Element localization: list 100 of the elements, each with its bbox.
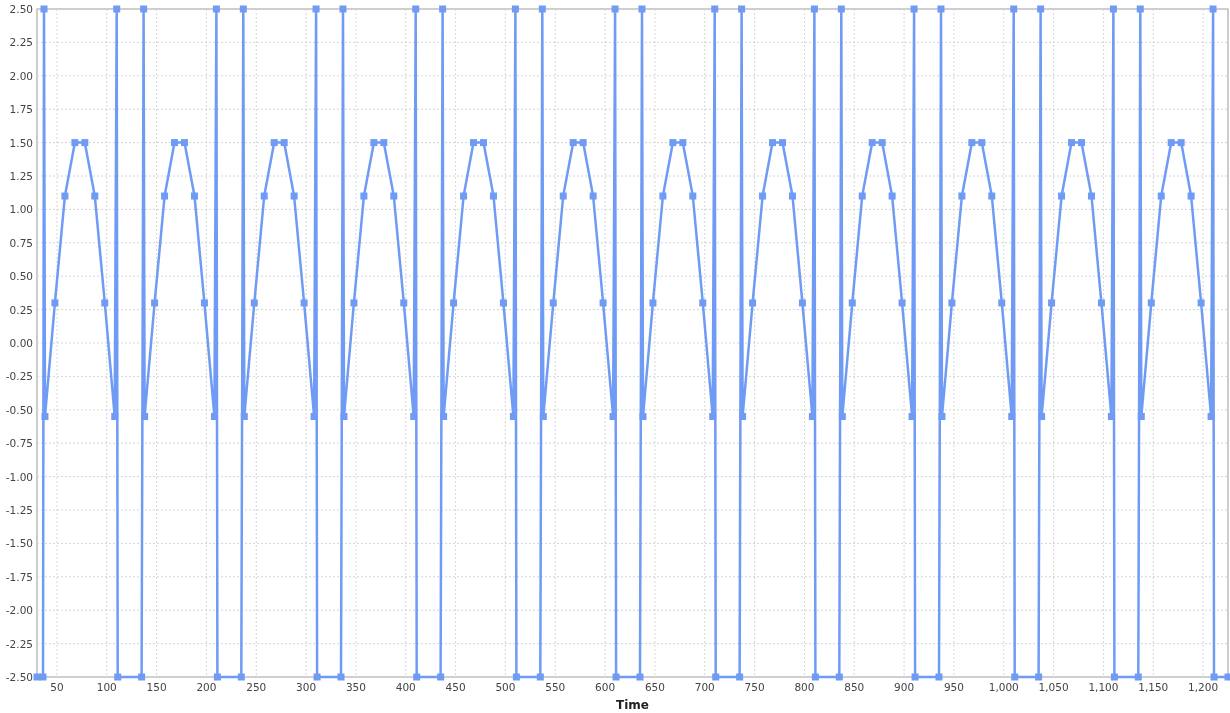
data-point	[1068, 139, 1076, 147]
data-point	[599, 299, 607, 307]
data-point	[1134, 673, 1142, 681]
y-tick-label: -1.25	[5, 504, 33, 516]
data-point	[1197, 299, 1205, 307]
y-tick-label: -2.00	[5, 604, 33, 617]
data-point	[360, 192, 368, 200]
data-point	[240, 413, 248, 420]
x-tick-label: 1,000	[988, 681, 1019, 693]
data-point	[1210, 673, 1218, 681]
data-point	[1110, 673, 1118, 681]
data-point	[210, 413, 218, 420]
data-point	[736, 673, 744, 681]
data-point	[280, 139, 288, 147]
y-tick-label: -1.50	[5, 537, 33, 550]
x-tick-label: 200	[196, 681, 217, 693]
data-point	[413, 673, 421, 681]
x-tick-label: 1,200	[1188, 681, 1219, 693]
y-tick-label: 0.50	[9, 270, 33, 283]
y-tick-label: -2.50	[5, 671, 33, 683]
data-point	[290, 192, 298, 200]
data-point	[689, 192, 697, 200]
data-point	[270, 139, 278, 147]
data-point	[838, 413, 846, 420]
data-point	[978, 139, 986, 147]
data-point	[569, 139, 577, 147]
data-point	[337, 673, 345, 681]
data-point	[161, 192, 169, 200]
x-tick-label: 100	[96, 681, 117, 693]
data-point	[1058, 192, 1066, 200]
data-point	[1011, 673, 1019, 681]
x-tick-label: 950	[943, 681, 964, 693]
data-point	[536, 673, 544, 681]
x-axis-title: Time	[616, 698, 649, 712]
data-point	[141, 413, 149, 420]
data-point	[810, 5, 818, 13]
data-point	[878, 139, 886, 147]
y-tick-label: -0.75	[5, 437, 33, 450]
data-point	[1097, 299, 1105, 307]
data-point	[213, 673, 221, 681]
x-tick-label: 650	[644, 681, 665, 693]
data-point	[808, 413, 816, 420]
data-point	[489, 192, 497, 200]
data-point	[313, 673, 321, 681]
y-tick-label: -0.50	[5, 403, 33, 416]
data-point	[1038, 413, 1046, 420]
x-tick-label: 900	[894, 681, 915, 693]
x-tick-label: 250	[246, 681, 267, 693]
data-point	[151, 299, 159, 307]
y-tick-label: 1.75	[9, 103, 33, 116]
data-point	[589, 192, 597, 200]
data-point	[1157, 192, 1165, 200]
x-tick-label: 700	[694, 681, 715, 693]
data-point	[181, 139, 188, 147]
data-point	[749, 299, 757, 307]
data-point	[1037, 5, 1045, 13]
data-point	[138, 673, 146, 681]
data-point	[300, 299, 308, 307]
data-point	[1209, 5, 1217, 13]
data-point	[669, 139, 677, 147]
data-point	[340, 413, 348, 420]
x-tick-label: 300	[296, 681, 317, 693]
data-point	[111, 413, 119, 420]
data-point	[1008, 413, 1016, 420]
data-point	[400, 299, 408, 307]
y-tick-label: -1.75	[5, 570, 33, 583]
data-point	[639, 413, 647, 420]
data-point	[101, 299, 109, 307]
data-point	[798, 299, 806, 307]
data-point	[390, 192, 398, 200]
data-point	[811, 673, 819, 681]
data-point	[837, 5, 845, 13]
x-tick-label: 750	[744, 681, 765, 693]
x-tick-label: 550	[545, 681, 566, 693]
y-tick-label: 1.00	[9, 203, 33, 216]
data-point	[1207, 413, 1215, 420]
data-point	[499, 299, 507, 307]
data-point	[539, 413, 547, 420]
data-point	[1107, 413, 1115, 420]
data-point	[709, 413, 717, 420]
data-point	[91, 192, 99, 200]
x-tick-label: 1,150	[1138, 681, 1169, 693]
data-point	[339, 5, 347, 13]
x-tick-label: 1,100	[1088, 681, 1119, 693]
data-point	[636, 673, 644, 681]
data-point	[1137, 413, 1145, 420]
data-point	[260, 192, 268, 200]
x-tick-label: 450	[445, 681, 466, 693]
data-point	[1147, 299, 1155, 307]
x-tick-label: 800	[794, 681, 815, 693]
data-point	[51, 299, 59, 307]
y-tick-label: 1.50	[9, 136, 33, 149]
data-point	[114, 673, 122, 681]
data-point	[910, 5, 918, 13]
data-point	[190, 192, 198, 200]
data-point	[998, 299, 1006, 307]
data-point	[935, 673, 943, 681]
data-point	[512, 673, 520, 681]
data-point	[779, 139, 786, 147]
data-point	[612, 673, 620, 681]
